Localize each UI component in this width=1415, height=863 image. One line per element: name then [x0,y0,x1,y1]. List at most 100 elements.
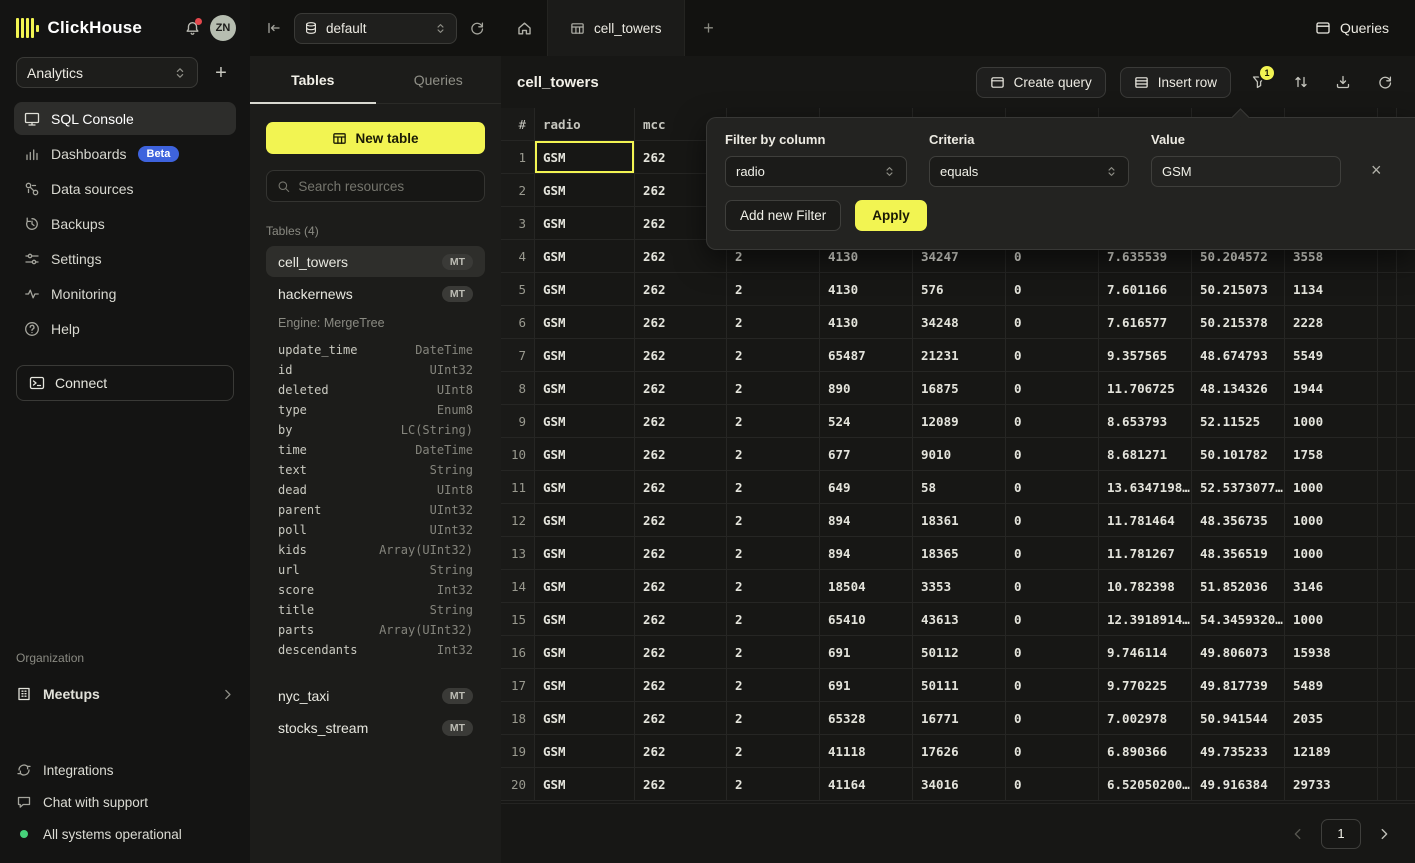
cell[interactable]: 2 [727,372,820,404]
cell[interactable]: GSM [535,273,635,305]
cell[interactable]: 0 [1006,471,1099,503]
cell[interactable]: 54.3459320… [1192,603,1285,635]
cell[interactable]: 1000 [1285,603,1378,635]
cell[interactable]: 2 [727,603,820,635]
new-table-button[interactable]: New table [266,122,485,154]
cell[interactable]: GSM [535,438,635,470]
footer-item-chat-with-support[interactable]: Chat with support [16,787,234,817]
cell[interactable]: 2035 [1285,702,1378,734]
cell[interactable]: 48.356735 [1192,504,1285,536]
cell[interactable]: 21231 [913,339,1006,371]
connect-button[interactable]: Connect [16,365,234,401]
cell[interactable]: GSM [535,339,635,371]
cell[interactable]: 262 [635,306,727,338]
cell[interactable]: 49.916384 [1192,768,1285,800]
cell[interactable]: 0 [1006,603,1099,635]
cell[interactable]: 12.3918914… [1099,603,1192,635]
cell[interactable]: 43613 [913,603,1006,635]
cell[interactable]: 6.52050200… [1099,768,1192,800]
cell[interactable]: 262 [635,570,727,602]
cell[interactable]: 2 [727,339,820,371]
sort-icon-button[interactable] [1287,68,1315,96]
prev-page-button[interactable] [1285,821,1311,847]
cell[interactable]: 2 [727,306,820,338]
cell[interactable]: 0 [1006,669,1099,701]
collapse-sidebar-icon[interactable] [266,20,282,36]
cell[interactable]: 65410 [820,603,913,635]
cell[interactable]: 0 [1006,735,1099,767]
sidebar-item-sql-console[interactable]: SQL Console [14,102,236,135]
filter-icon-button[interactable]: 1 [1245,68,1273,96]
cell[interactable]: 890 [820,372,913,404]
cell[interactable]: 50.215073 [1192,273,1285,305]
cell[interactable]: 0 [1006,768,1099,800]
cell[interactable]: 262 [635,735,727,767]
clickhouse-logo[interactable] [16,17,39,39]
cell[interactable]: 2 [727,570,820,602]
sidebar-item-monitoring[interactable]: Monitoring [14,277,236,310]
search-input[interactable] [298,179,474,194]
cell[interactable]: 2 [727,273,820,305]
cell[interactable]: 49.806073 [1192,636,1285,668]
footer-item-all-systems-operational[interactable]: All systems operational [16,819,234,849]
cell[interactable]: 262 [635,471,727,503]
cell[interactable]: 1758 [1285,438,1378,470]
filter-column-select[interactable]: radio [725,156,907,187]
cell[interactable]: 2 [727,537,820,569]
sidebar-item-backups[interactable]: Backups [14,207,236,240]
cell[interactable]: 50.215378 [1192,306,1285,338]
cell[interactable]: GSM [535,141,635,173]
cell[interactable]: GSM [535,702,635,734]
cell[interactable]: 18361 [913,504,1006,536]
cell[interactable]: 6.890366 [1099,735,1192,767]
cell[interactable]: 3146 [1285,570,1378,602]
cell[interactable]: 4130 [820,273,913,305]
cell[interactable]: GSM [535,174,635,206]
cell[interactable]: 2 [727,438,820,470]
cell[interactable]: 8.653793 [1099,405,1192,437]
filter-remove-button[interactable]: × [1371,160,1382,181]
sidebar-item-settings[interactable]: Settings [14,242,236,275]
cell[interactable]: 691 [820,636,913,668]
cell[interactable]: GSM [535,669,635,701]
cell[interactable]: 52.11525 [1192,405,1285,437]
cell[interactable]: 16771 [913,702,1006,734]
cell[interactable]: 34016 [913,768,1006,800]
cell[interactable]: 7.601166 [1099,273,1192,305]
page-number[interactable]: 1 [1321,819,1361,849]
cell[interactable]: 0 [1006,537,1099,569]
cell[interactable]: 11.781464 [1099,504,1192,536]
cell[interactable]: GSM [535,240,635,272]
add-filter-button[interactable]: Add new Filter [725,200,841,231]
cell[interactable]: 10.782398 [1099,570,1192,602]
cell[interactable]: GSM [535,405,635,437]
cell[interactable]: GSM [535,537,635,569]
notifications-bell-icon[interactable] [184,20,201,37]
workspace-selector[interactable]: Analytics [16,57,198,88]
database-selector[interactable]: default [294,13,457,44]
cell[interactable]: 48.134326 [1192,372,1285,404]
cell[interactable]: 2 [727,636,820,668]
sidebar-item-data-sources[interactable]: Data sources [14,172,236,205]
cell[interactable]: 48.674793 [1192,339,1285,371]
cell[interactable]: GSM [535,735,635,767]
cell[interactable]: 1000 [1285,405,1378,437]
cell[interactable]: 0 [1006,702,1099,734]
cell[interactable]: 894 [820,504,913,536]
cell[interactable]: 2 [727,669,820,701]
cell[interactable]: 1000 [1285,471,1378,503]
sidebar-item-help[interactable]: Help [14,312,236,345]
cell[interactable]: 9.357565 [1099,339,1192,371]
cell[interactable]: 12189 [1285,735,1378,767]
cell[interactable]: 49.735233 [1192,735,1285,767]
cell[interactable]: GSM [535,636,635,668]
cell[interactable]: 9.770225 [1099,669,1192,701]
cell[interactable]: GSM [535,306,635,338]
cell[interactable]: 1134 [1285,273,1378,305]
cell[interactable]: 49.817739 [1192,669,1285,701]
cell[interactable]: 2 [727,405,820,437]
cell[interactable]: 34248 [913,306,1006,338]
table-item-nyc-taxi[interactable]: nyc_taxiMT [266,680,485,711]
cell[interactable]: 41118 [820,735,913,767]
cell[interactable]: 50111 [913,669,1006,701]
